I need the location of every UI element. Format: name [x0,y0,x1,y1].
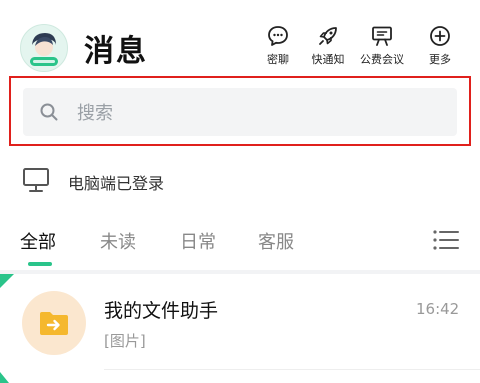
public-meeting-button[interactable]: 公费会议 [360,24,404,74]
search-bar[interactable] [23,88,457,138]
conversation-separator [104,369,480,370]
avatar-illustration-icon [21,25,67,71]
folder-arrow-icon [40,312,68,335]
more-label: 更多 [429,53,451,66]
tab-customer-service[interactable]: 客服 [258,228,294,254]
quick-notify-label: 快通知 [311,53,345,66]
search-input[interactable] [75,88,439,138]
secret-chat-button[interactable]: 密聊 [256,24,300,74]
chat-bubble-icon [268,26,288,46]
next-item-pinned-marker [0,372,9,383]
tab-daily[interactable]: 日常 [180,228,216,254]
conversation-name: 我的文件助手 [104,300,219,322]
search-icon [40,103,58,121]
conversation-preview: [图片] [104,332,146,350]
conversation-time: 16:42 [416,300,460,318]
pinned-corner-marker [0,274,14,288]
list-menu-icon[interactable] [432,228,460,252]
pc-login-text: 电脑端已登录 [68,174,165,193]
rocket-icon [319,27,337,45]
secret-chat-label: 密聊 [267,53,289,66]
conversation-item[interactable]: 我的文件助手 16:42 [图片] [0,274,480,383]
page-title: 消息 [84,34,148,69]
tab-bar: 全部 未读 日常 客服 [0,222,480,270]
conversation-avatar [22,291,86,355]
tab-unread[interactable]: 未读 [100,228,136,254]
plus-circle-icon [430,26,450,46]
public-meeting-label: 公费会议 [360,53,404,66]
tab-all[interactable]: 全部 [20,228,56,254]
active-tab-indicator [28,262,52,266]
user-avatar[interactable] [20,24,68,72]
more-button[interactable]: 更多 [418,24,462,74]
monitor-icon [23,168,49,192]
header: 消息 密聊 快通知 公费会议 更多 [0,0,480,80]
quick-notify-button[interactable]: 快通知 [306,24,350,74]
presentation-icon [372,26,392,46]
